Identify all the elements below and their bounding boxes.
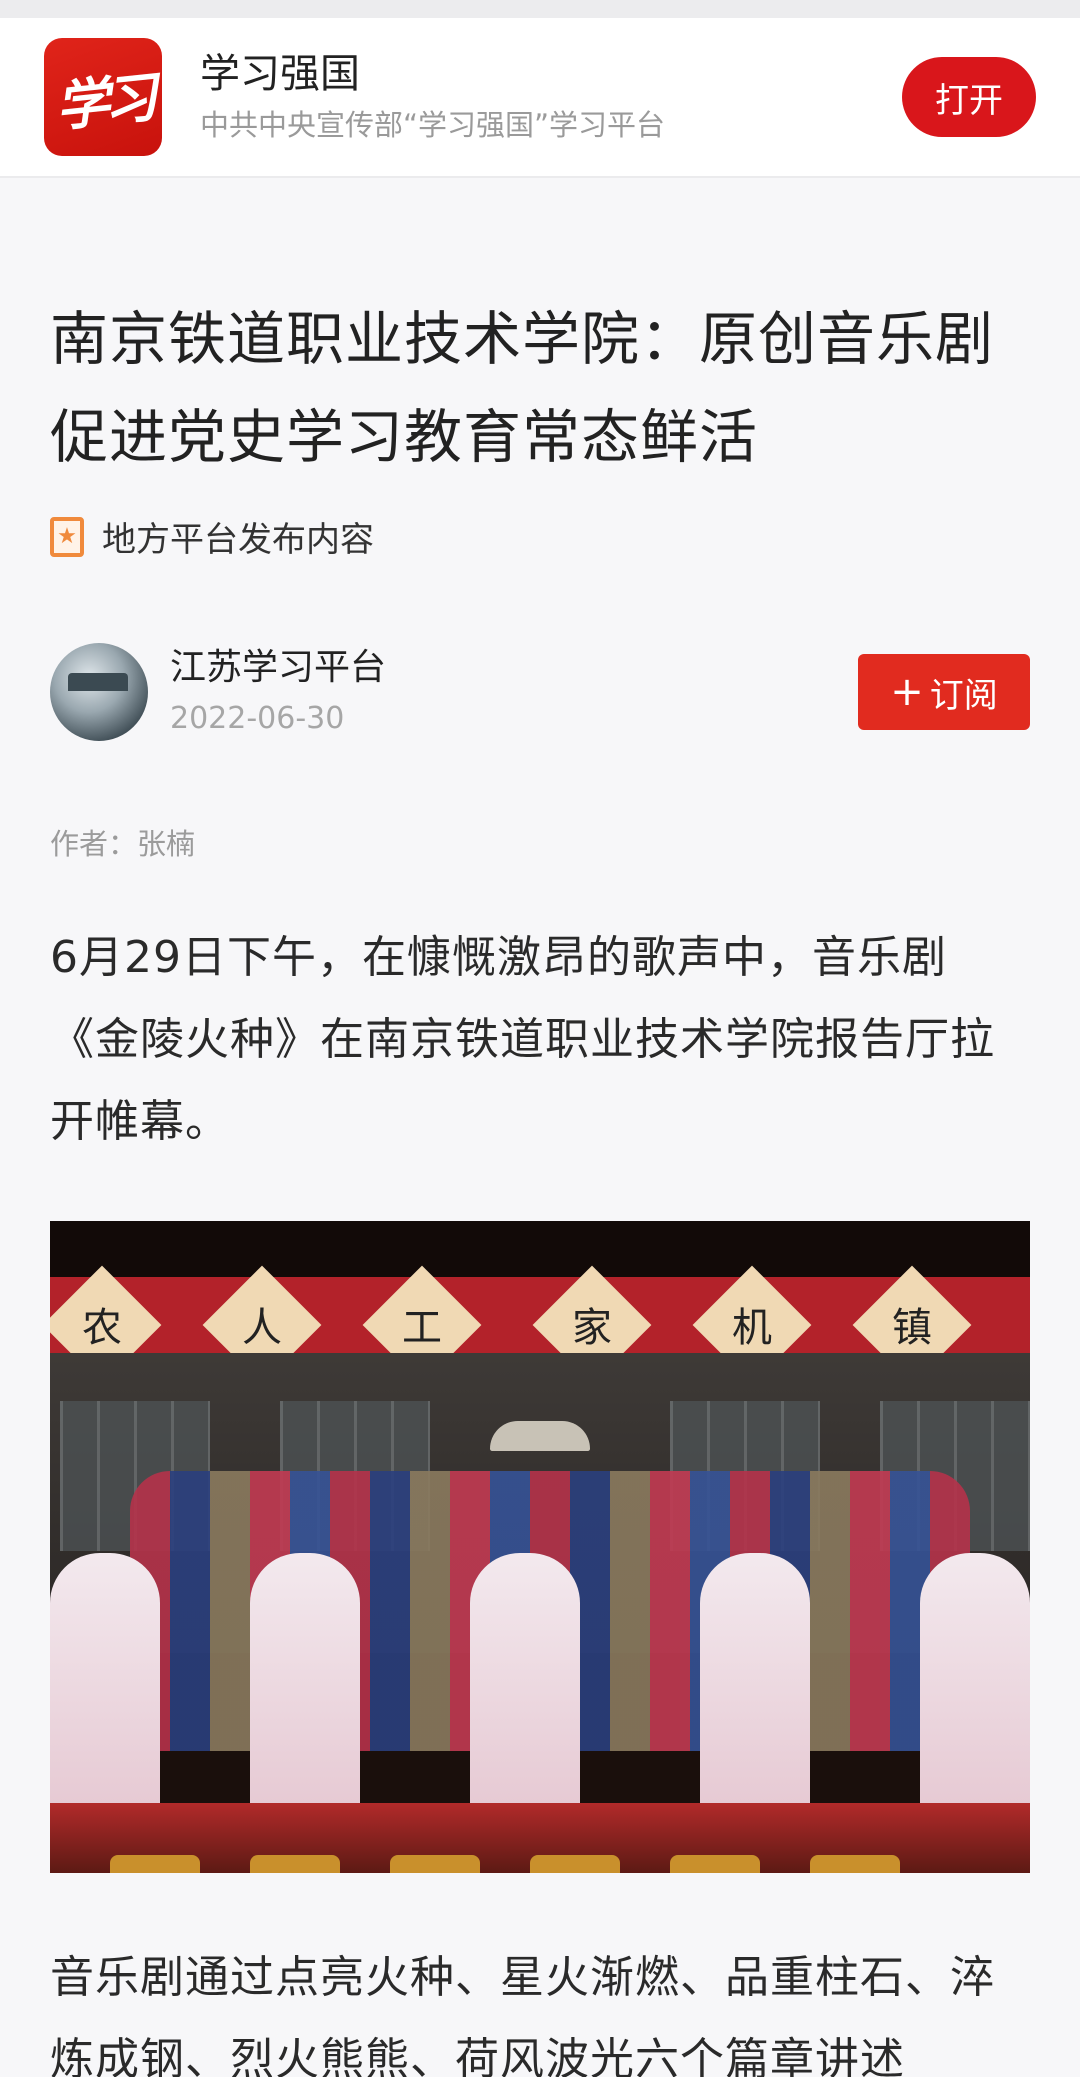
byline: 作者：张楠 xyxy=(50,827,196,861)
avatar[interactable] xyxy=(50,643,148,741)
audience-seat xyxy=(250,1855,340,1873)
app-logo: 学习 xyxy=(44,38,162,156)
article-title: 南京铁道职业技术学院：原创音乐剧促进党史学习教育常态鲜活 xyxy=(50,305,995,471)
publish-date: 2022-06-30 xyxy=(170,701,345,736)
dancer xyxy=(920,1553,1030,1813)
dancer xyxy=(250,1553,360,1813)
app-download-banner: 学习 学习强国 中共中央宣传部“学习强国”学习平台 打开 xyxy=(0,18,1080,178)
dancer xyxy=(470,1553,580,1813)
app-meta: 学习强国 中共中央宣传部“学习强国”学习平台 xyxy=(200,48,902,146)
audience-seat xyxy=(530,1855,620,1873)
dancer xyxy=(50,1553,160,1813)
stage-lamp xyxy=(490,1421,590,1451)
open-app-button[interactable]: 打开 xyxy=(902,57,1036,137)
app-description: 中共中央宣传部“学习强国”学习平台 xyxy=(200,108,666,142)
plus-icon: + xyxy=(890,669,924,715)
source-tag: ★ 地方平台发布内容 xyxy=(50,512,1030,561)
audience-seat xyxy=(810,1855,900,1873)
paragraph: 音乐剧通过点亮火种、星火渐燃、品重柱石、淬炼成钢、烈火熊熊、荷风波光六个篇章讲述 xyxy=(50,1952,995,2077)
banner-char: 镇 xyxy=(892,1305,932,1351)
paragraph: 6月29日下午，在慷慨激昂的歌声中，音乐剧《金陵火种》在南京铁道职业技术学院报告… xyxy=(50,932,995,1147)
author-name[interactable]: 江苏学习平台 xyxy=(170,643,858,693)
article: 南京铁道职业技术学院：原创音乐剧促进党史学习教育常态鲜活 ★ 地方平台发布内容 … xyxy=(0,290,1080,2077)
audience-seat xyxy=(670,1855,760,1873)
dancer xyxy=(700,1553,810,1813)
app-logo-text: 学习 xyxy=(52,64,155,139)
stage-ceiling xyxy=(50,1221,1030,1281)
banner-char: 人 xyxy=(242,1305,282,1351)
app-name: 学习强国 xyxy=(200,51,360,97)
source-tag-text: 地方平台发布内容 xyxy=(102,520,374,560)
audience-seat xyxy=(110,1855,200,1873)
banner-char: 农 xyxy=(82,1305,122,1351)
star-badge-icon: ★ xyxy=(50,516,84,557)
author-meta: 江苏学习平台 2022-06-30 xyxy=(170,643,858,741)
subscribe-label: 订阅 xyxy=(929,675,998,716)
article-photo[interactable]: 农 人 工 家 机 镇 xyxy=(50,1221,1030,1873)
banner-char: 机 xyxy=(732,1305,772,1351)
banner-char: 工 xyxy=(402,1305,442,1351)
author-row: 江苏学习平台 2022-06-30 + 订阅 xyxy=(50,643,1030,741)
top-strip xyxy=(0,0,1080,18)
subscribe-button[interactable]: + 订阅 xyxy=(858,654,1030,730)
audience-seat xyxy=(390,1855,480,1873)
banner-char: 家 xyxy=(572,1305,612,1351)
